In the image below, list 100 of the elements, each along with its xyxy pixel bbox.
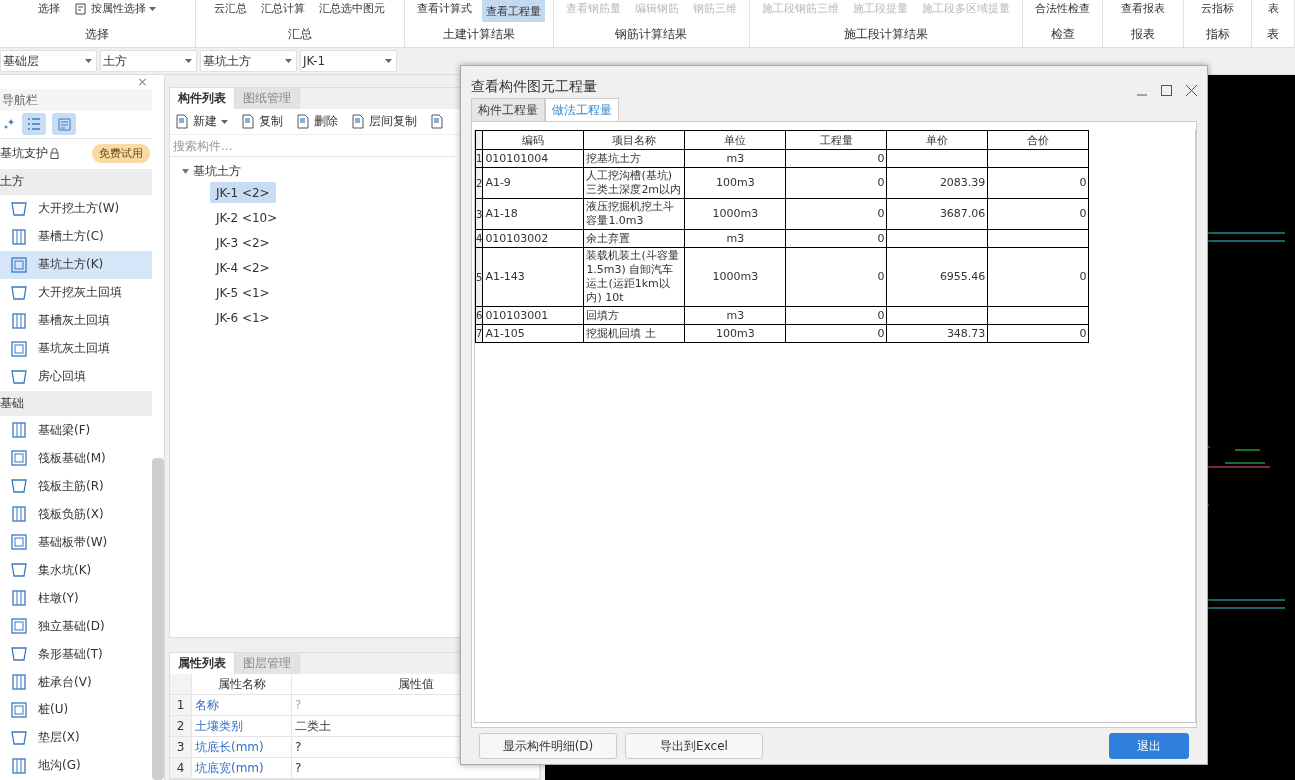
component-icon <box>10 673 28 692</box>
table-cell: m3 <box>684 149 786 168</box>
row-number: 1 <box>170 695 192 716</box>
nav-item[interactable]: 桩承台(V) <box>0 668 152 696</box>
table-cell: 回填方 <box>583 306 685 325</box>
group-label: 指标 <box>1205 26 1230 43</box>
caret-icon <box>285 59 292 63</box>
nav-item[interactable]: 垫层(X) <box>0 723 152 752</box>
nav-item[interactable]: 基础板带(W) <box>0 528 152 557</box>
table-cell: 挖掘机回填 土 <box>583 324 685 343</box>
document-icon <box>174 114 189 129</box>
tree-item[interactable]: JK-3 <2> <box>210 232 276 253</box>
tree-node[interactable]: 基坑土方 <box>170 157 241 180</box>
tree-item[interactable]: JK-5 <1> <box>210 282 276 303</box>
ribbon-button[interactable]: 按属性选择 <box>70 0 161 17</box>
nav-item[interactable]: 集水坑(K) <box>0 556 152 585</box>
ribbon-button[interactable]: 查看计算式 <box>412 0 476 17</box>
document-icon <box>295 114 310 129</box>
dialog-tab[interactable]: 做法工程量 <box>545 98 619 121</box>
dialog-button[interactable]: 显示构件明细(D) <box>479 733 617 759</box>
row-number: 6 <box>475 306 483 325</box>
toolbar-button[interactable]: 层间复制 <box>350 113 417 130</box>
corner-cell <box>475 130 483 150</box>
tree-item[interactable]: JK-4 <2> <box>210 257 276 278</box>
detail-view-button[interactable] <box>52 113 76 136</box>
nav-item[interactable]: 筏板负筋(X) <box>0 500 152 529</box>
list-view-button[interactable] <box>22 113 46 136</box>
ribbon-button[interactable]: 选择 <box>34 0 65 17</box>
tree-item[interactable]: JK-2 <10> <box>210 207 284 228</box>
nav-item[interactable]: 基坑支护 <box>0 145 59 163</box>
component-icon <box>10 645 28 664</box>
component-icon <box>10 421 28 440</box>
dropdown-field[interactable]: JK-1 <box>300 50 397 72</box>
trial-badge[interactable]: 免费试用 <box>92 144 150 164</box>
table-cell: 坑底宽(mm) <box>192 758 292 779</box>
ribbon-button[interactable]: 合法性检查 <box>1031 0 1094 17</box>
group-label: 汇总 <box>287 26 312 43</box>
panel-tab[interactable]: 构件列表 <box>170 88 235 109</box>
group-label: 表 <box>1267 26 1280 43</box>
dropdown-field[interactable]: 基础层 <box>0 50 97 72</box>
component-icon <box>10 701 28 719</box>
component-icon <box>10 255 28 274</box>
dropdown-field[interactable]: 土方 <box>100 50 197 72</box>
ribbon-button[interactable]: 表 <box>1263 0 1283 17</box>
table-cell: 0 <box>987 167 1089 199</box>
nav-item[interactable]: 基槽土方(C) <box>0 222 152 251</box>
nav-item[interactable]: 基坑土方(K) <box>0 250 152 279</box>
ribbon-button[interactable]: 查看报表 <box>1117 0 1170 17</box>
toolbar-button[interactable] <box>429 114 444 129</box>
nav-item[interactable]: 房心回填 <box>0 362 152 391</box>
column-header: 工程量 <box>785 130 887 150</box>
close-icon[interactable] <box>1186 85 1197 96</box>
table-cell: 0 <box>987 247 1089 307</box>
table-cell: 挖基坑土方 <box>583 149 685 168</box>
dialog-tab[interactable]: 构件工程量 <box>471 98 545 121</box>
nav-item[interactable]: 筏板基础(M) <box>0 444 152 473</box>
toolbar-button[interactable]: 复制 <box>240 113 283 130</box>
ribbon-button[interactable]: 云汇总 <box>210 0 252 17</box>
ribbon-button[interactable]: 查看工程量 <box>481 0 545 22</box>
nav-item[interactable]: 基坑灰土回填 <box>0 334 152 363</box>
table-cell: 010101004 <box>482 149 584 168</box>
toolbar-button[interactable]: 新建 <box>174 113 228 130</box>
nav-item[interactable]: 柱墩(Y) <box>0 584 152 613</box>
column-header: 项目名称 <box>583 130 685 150</box>
section-header[interactable]: 基础 <box>0 390 152 417</box>
close-button[interactable]: × <box>137 75 152 89</box>
component-icon <box>10 199 28 218</box>
ribbon-button[interactable]: 汇总计算 <box>257 0 310 17</box>
scrollbar[interactable] <box>152 458 164 780</box>
group-label: 土建计算结果 <box>442 26 515 43</box>
section-header[interactable]: 土方 <box>0 168 152 195</box>
ribbon-button[interactable]: 云指标 <box>1197 0 1239 17</box>
dialog-button[interactable]: 导出到Excel <box>625 733 763 759</box>
dropdown-field[interactable]: 基坑土方 <box>200 50 297 72</box>
nav-item[interactable]: 地沟(G) <box>0 751 152 780</box>
nav-item[interactable]: 桩(U) <box>0 696 152 724</box>
exit-button[interactable]: 退出 <box>1109 733 1189 759</box>
ribbon-button[interactable]: 汇总选中图元 <box>315 0 390 17</box>
table-cell: 余土弃置 <box>583 229 685 248</box>
table-cell: 348.73 <box>886 324 988 343</box>
tree-item[interactable]: JK-6 <1> <box>210 307 276 328</box>
toolbar-button[interactable]: 删除 <box>295 113 338 130</box>
nav-item[interactable]: 筏板主筋(R) <box>0 472 152 501</box>
table-cell: A1-143 <box>482 247 584 307</box>
component-icon <box>10 283 28 302</box>
panel-tab[interactable]: 属性列表 <box>170 653 235 674</box>
tree-item[interactable]: JK-1 <2> <box>210 182 276 203</box>
table-cell: A1-18 <box>482 198 584 230</box>
nav-item[interactable]: 基础梁(F) <box>0 416 152 445</box>
table-cell: 6955.46 <box>886 247 988 307</box>
maximize-icon[interactable] <box>1161 85 1172 96</box>
nav-item[interactable]: 基槽灰土回填 <box>0 306 152 335</box>
nav-item[interactable]: 独立基础(D) <box>0 612 152 641</box>
nav-item[interactable]: 大开挖土方(W) <box>0 194 152 223</box>
table-cell: 3687.06 <box>886 198 988 230</box>
group-label: 施工段计算结果 <box>843 26 928 43</box>
nav-item[interactable]: 大开挖灰土回填 <box>0 278 152 307</box>
row-number: 5 <box>475 247 483 307</box>
nav-item[interactable]: 条形基础(T) <box>0 640 152 669</box>
column-header: 合价 <box>987 130 1089 150</box>
